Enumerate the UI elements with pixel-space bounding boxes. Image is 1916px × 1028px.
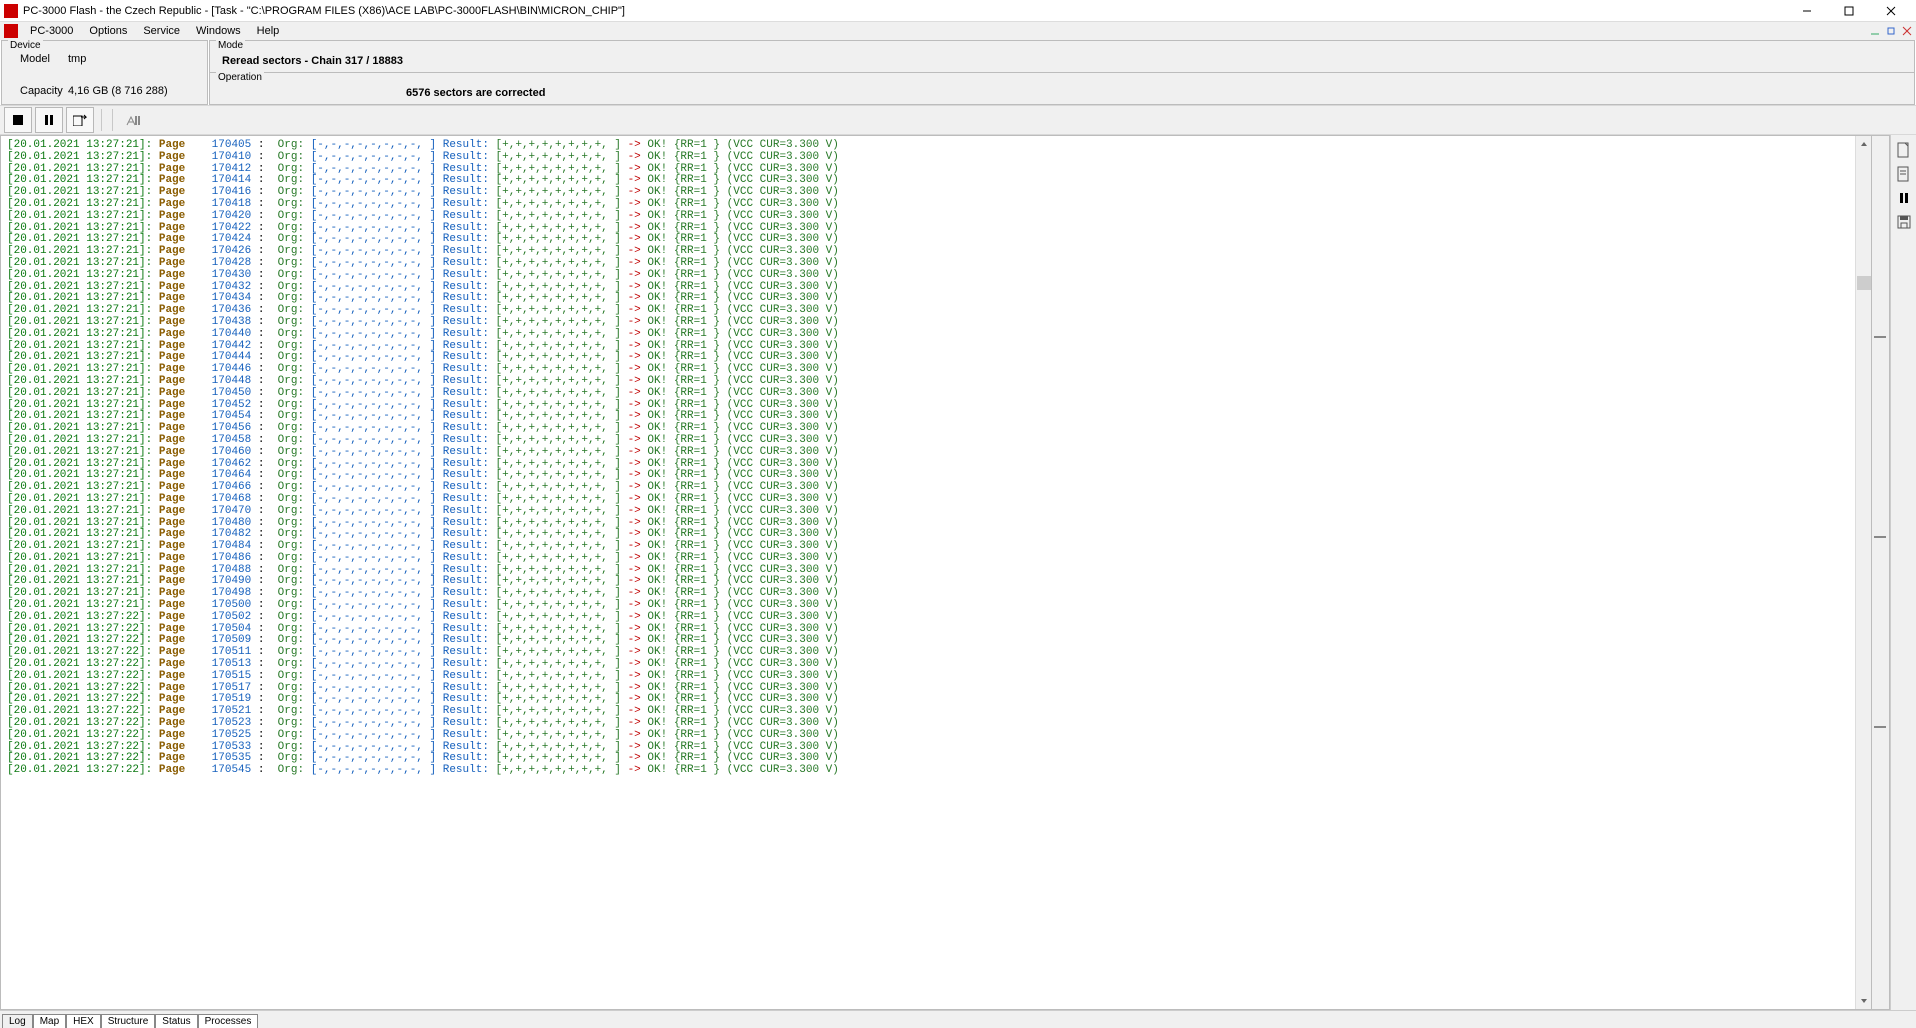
close-button[interactable] [1870,1,1912,21]
capacity-value: 4,16 GB (8 716 288) [68,85,168,97]
toolbar-separator [101,109,104,131]
mode-group: Mode Reread sectors - Chain 317 / 18883 … [209,40,1915,105]
menu-pc3000[interactable]: PC-3000 [22,24,81,38]
menu-service[interactable]: Service [135,24,188,38]
mode-text: Reread sectors - Chain 317 / 18883 [210,41,1914,67]
menu-windows[interactable]: Windows [188,24,249,38]
chip-tool-button[interactable] [119,107,147,133]
scroll-down-arrow-icon[interactable] [1856,993,1872,1009]
mdi-restore-icon[interactable] [1886,26,1896,36]
export-button[interactable] [66,107,94,133]
capacity-label: Capacity [20,85,68,97]
side-marker-panel [1872,135,1890,1010]
toolbar-separator [112,109,115,131]
mdi-minimize-icon[interactable] [1870,26,1880,36]
side-pause-button[interactable] [1895,189,1913,207]
device-group-label: Device [8,40,43,51]
tab-log[interactable]: Log [2,1014,33,1028]
log-panel: [20.01.2021 13:27:21]: Page 170405 : Org… [0,135,1872,1010]
title-bar: PC-3000 Flash - the Czech Republic - [Ta… [0,0,1916,22]
bottom-tabs: Log Map HEX Structure Status Processes [0,1010,1916,1028]
save-button[interactable] [1895,213,1913,231]
pause-button[interactable] [35,107,63,133]
device-group: Device Model tmp Capacity 4,16 GB (8 716… [1,40,208,105]
window-title: PC-3000 Flash - the Czech Republic - [Ta… [23,5,1786,17]
menu-options[interactable]: Options [81,24,135,38]
log-content[interactable]: [20.01.2021 13:27:21]: Page 170405 : Org… [1,136,1871,777]
log-row: [20.01.2021 13:27:22]: Page 170545 : Org… [7,765,1871,777]
marker [1874,336,1886,338]
marker [1874,536,1886,538]
tab-hex[interactable]: HEX [66,1014,101,1028]
model-label: Model [20,53,68,65]
mdi-close-icon[interactable] [1902,26,1912,36]
stop-button[interactable] [4,107,32,133]
scroll-thumb[interactable] [1857,276,1871,290]
model-value: tmp [68,53,86,65]
new-doc-button[interactable] [1895,141,1913,159]
tab-status[interactable]: Status [155,1014,197,1028]
tab-map[interactable]: Map [33,1014,66,1028]
minimize-button[interactable] [1786,1,1828,21]
side-toolbar [1890,135,1916,1010]
open-doc-button[interactable] [1895,165,1913,183]
app-icon [4,4,18,18]
vertical-scrollbar[interactable] [1855,136,1871,1009]
menu-help[interactable]: Help [249,24,288,38]
tab-processes[interactable]: Processes [198,1014,259,1028]
operation-group-label: Operation [216,72,264,83]
maximize-button[interactable] [1828,1,1870,21]
mode-group-label: Mode [216,40,245,51]
tab-structure[interactable]: Structure [101,1014,156,1028]
marker [1874,726,1886,728]
toolbar [0,105,1916,135]
menu-bar: PC-3000 Options Service Windows Help [0,22,1916,40]
operation-text: 6576 sectors are corrected [210,73,1914,99]
scroll-up-arrow-icon[interactable] [1856,136,1872,152]
menu-app-icon [4,24,18,38]
